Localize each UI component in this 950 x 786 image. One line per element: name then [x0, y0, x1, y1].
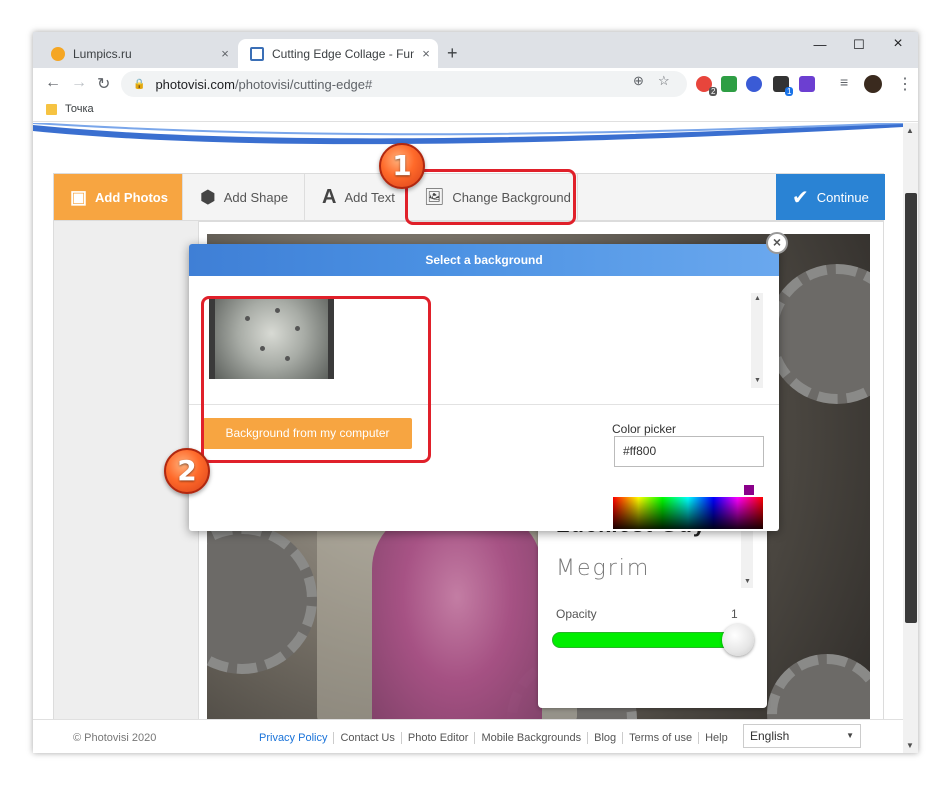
tab-lumpics[interactable]: Lumpics.ru × [39, 39, 237, 68]
text-a-icon: A [322, 185, 337, 208]
color-swatch[interactable] [744, 485, 754, 495]
zoom-icon[interactable]: ⊕ [633, 73, 644, 89]
footer-link-blog[interactable]: Blog [588, 732, 624, 744]
bookmarks-bar: Точка [33, 100, 918, 122]
lumpics-favicon-icon [51, 46, 65, 61]
extension-globe-icon[interactable] [746, 76, 762, 92]
photos-icon: ▣ [70, 186, 88, 207]
menu-dots-icon[interactable]: ⋮ [897, 74, 913, 94]
new-tab-button[interactable]: + [447, 43, 458, 64]
scroll-down-icon[interactable]: ▼ [906, 741, 914, 750]
collage-photo-person[interactable] [372, 509, 542, 729]
browser-window: Lumpics.ru × Cutting Edge Collage - Fun … [33, 32, 918, 753]
gear-decoration [767, 264, 870, 404]
tab-title: Cutting Edge Collage - Fun | Pho [272, 46, 414, 61]
callout-highlight-1 [405, 169, 576, 225]
page-scrollbar[interactable]: ▲ ▼ [903, 123, 918, 753]
extension-badge: 2 [709, 87, 718, 96]
checkmark-icon: ✔ [792, 186, 809, 209]
address-toolbar: ← → ↻ 🔒 photovisi.com/photovisi/cutting-… [33, 68, 918, 100]
thumbnails-scrollbar[interactable]: ▲ ▼ [751, 293, 763, 388]
header-wave [33, 123, 903, 145]
minimize-button[interactable]: — [800, 37, 840, 52]
maximize-button[interactable]: ☐ [839, 37, 879, 53]
tab-title: Lumpics.ru [73, 46, 132, 61]
bookmark-tochka[interactable]: Точка [65, 103, 94, 115]
media-controls-icon[interactable]: ≡ [840, 74, 848, 90]
chevron-down-icon: ▼ [846, 731, 854, 740]
add-photos-label: Add Photos [95, 189, 168, 205]
tab-close-icon[interactable]: × [213, 46, 237, 61]
opacity-slider-handle[interactable] [722, 624, 754, 656]
color-hex-input[interactable]: #ff800 [614, 436, 764, 467]
page-footer: © Photovisi 2020 Privacy Policy Contact … [33, 719, 903, 753]
font-option-megrim[interactable]: Megrim [556, 556, 650, 581]
url-path: /photovisi/cutting-edge# [234, 76, 373, 92]
continue-button[interactable]: ✔ Continue [776, 174, 885, 220]
step-badge-1: 1 [379, 143, 425, 189]
language-value: English [750, 729, 790, 743]
title-bar: Lumpics.ru × Cutting Edge Collage - Fun … [33, 32, 918, 68]
footer-link-privacy[interactable]: Privacy Policy [253, 732, 335, 744]
folder-icon [46, 104, 57, 115]
scrollbar-thumb[interactable] [905, 193, 917, 623]
opacity-slider[interactable] [552, 632, 742, 648]
tab-photovisi[interactable]: Cutting Edge Collage - Fun | Pho × [238, 39, 438, 68]
opacity-label: Opacity [556, 607, 597, 621]
add-shape-label: Add Shape [223, 189, 289, 205]
language-select[interactable]: English ▼ [743, 724, 861, 748]
footer-link-contact[interactable]: Contact Us [334, 732, 402, 744]
tab-close-icon[interactable]: × [414, 46, 438, 61]
step-badge-2: 2 [164, 448, 210, 494]
url-bar[interactable]: 🔒 photovisi.com/photovisi/cutting-edge# … [121, 71, 687, 97]
forward-arrow-icon[interactable]: → [71, 74, 87, 92]
add-text-label: Add Text [344, 189, 395, 205]
url-host: photovisi.com [155, 76, 235, 92]
avatar[interactable] [864, 75, 882, 93]
callout-highlight-2 [201, 296, 431, 463]
footer-link-mobile-backgrounds[interactable]: Mobile Backgrounds [475, 732, 589, 744]
footer-link-help[interactable]: Help [699, 732, 734, 744]
bookmark-star-icon[interactable]: ☆ [658, 73, 670, 89]
copyright-text: © Photovisi 2020 [73, 732, 157, 744]
scroll-up-icon[interactable]: ▲ [906, 126, 914, 135]
scroll-down-icon[interactable]: ▼ [754, 377, 761, 384]
dialog-close-icon[interactable]: × [766, 232, 788, 254]
reload-icon[interactable]: ↻ [97, 74, 110, 94]
extension-ad-icon[interactable] [799, 76, 815, 92]
scroll-down-icon[interactable]: ▼ [744, 578, 751, 585]
extension-badge: 1 [785, 87, 794, 96]
text-style-panel: Luckiest Guy Megrim ▼ Opacity 1 [538, 518, 767, 708]
footer-link-photo-editor[interactable]: Photo Editor [402, 732, 476, 744]
footer-links: Privacy Policy Contact Us Photo Editor M… [253, 732, 734, 744]
color-spectrum[interactable] [613, 497, 763, 529]
footer-link-terms[interactable]: Terms of use [623, 732, 700, 744]
back-arrow-icon[interactable]: ← [45, 74, 61, 92]
gear-decoration [207, 524, 317, 674]
dialog-title: Select a background [189, 244, 779, 276]
color-picker-label: Color picker [612, 422, 677, 436]
add-shape-button[interactable]: ⬢ Add Shape [184, 174, 305, 220]
cube-icon: ⬢ [200, 186, 216, 207]
extension-check-icon[interactable] [721, 76, 737, 92]
scroll-up-icon[interactable]: ▲ [754, 295, 761, 302]
window-close-button[interactable]: × [878, 35, 918, 53]
opacity-value: 1 [731, 607, 738, 621]
photovisi-favicon-icon [250, 46, 264, 61]
lock-icon: 🔒 [133, 78, 146, 90]
add-photos-button[interactable]: ▣ Add Photos [54, 174, 183, 220]
continue-label: Continue [816, 189, 869, 205]
page-content: ▣ Add Photos ⬢ Add Shape A Add Text 🖼 Ch… [33, 123, 903, 753]
